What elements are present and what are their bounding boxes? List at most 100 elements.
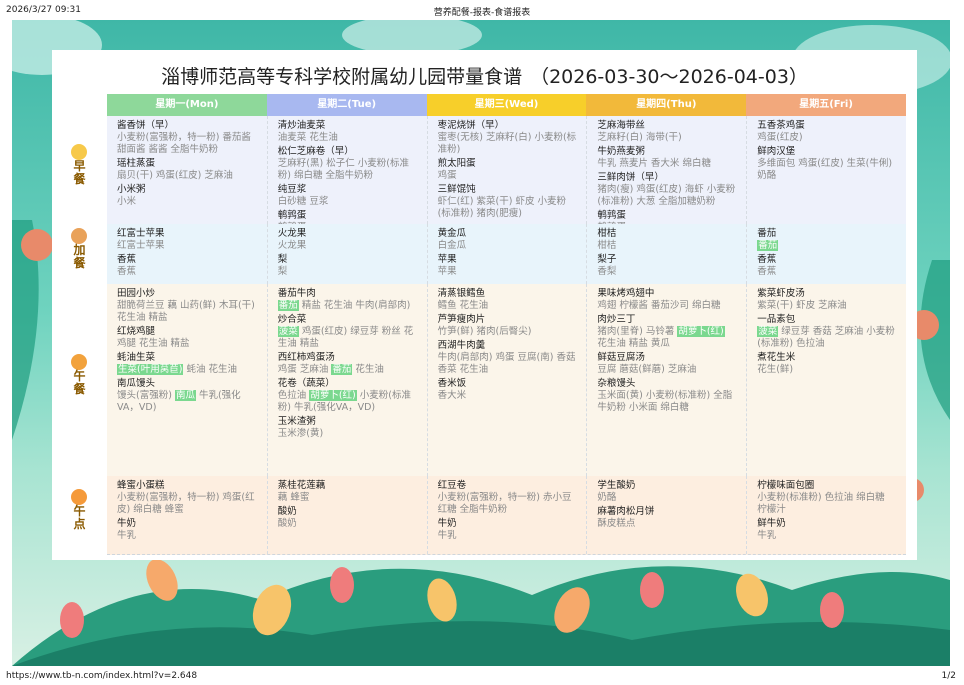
ingredient-text: 牛乳 [117,530,137,541]
menu-cell: 枣泥烧饼（早） 蜜枣(无核) 芝麻籽(白) 小麦粉(标准粉) 煎太阳蛋 鸡蛋 三鲜馄饨虾… [426,116,587,224]
highlighted-ingredient: 番茄 [277,300,299,311]
dish-name: 肉炒三丁 [597,314,636,325]
highlighted-ingredient: 胡萝卜(红) [309,390,357,401]
ingredient-text: 油麦菜 花生油 [277,132,338,143]
day-header: 星期四(Thu) [586,94,747,116]
dish-name: 红豆卷 [437,480,467,491]
dish-name: 花卷（蔬菜） [277,378,335,389]
dish-ingredients: 猪肉(里脊) 马铃薯 胡萝卜(红) 花生油 精盐 黄瓜 [597,326,736,350]
ingredient-text: 花生(鲜) [757,364,794,375]
dish-name: 梨 [277,254,288,265]
dish-name: 学生酸奶 [597,480,636,491]
dish-ingredients: 馒头(富强粉) 南瓜 牛乳(强化VA，VD) [117,390,257,414]
dish-ingredients: 扇贝(干) 鸡蛋(红皮) 芝麻油 [117,170,257,182]
dish-name: 清蒸银鳕鱼 [437,288,486,299]
dish-name: 鲜菇豆腐汤 [597,352,645,363]
dish-ingredients: 酥皮糕点 [597,518,736,530]
menu-cell: 番茄牛肉 番茄 精盐 花生油 牛肉(肩部肉) 炒合菜 菠菜 鸡蛋(红皮) 绿豆芽 粉丝… [266,284,427,476]
dish-name: 酸奶 [277,506,297,517]
bread-icon [71,228,87,244]
dish-name: 果味烤鸡翅中 [597,288,655,299]
ingredient-text: 多维面包 鸡蛋(红皮) 生菜(牛俐) 奶酪 [757,158,893,181]
highlighted-ingredient: 菠菜 [757,326,779,337]
dish-name: 炒合菜 [277,314,307,325]
menu-cell: 红豆卷 小麦粉(富强粉，特一粉) 赤小豆 红糖 全脂牛奶粉 牛奶 牛乳 [426,476,587,554]
dish-name: 香蕉 [117,254,137,265]
dish-name: 黄金瓜 [437,228,467,239]
ingredient-text: 精盐 花生油 牛肉(肩部肉) [298,300,411,311]
menu-cell: 田园小炒 甜脆荷兰豆 藕 山药(鲜) 木耳(干) 花生油 精盐 红烧鸡腿 鸡腿 花生油… [107,284,267,476]
dish-ingredients: 小麦粉(富强粉，特一粉) 番茄酱 甜面酱 酱酱 全脂牛奶粉 [117,132,257,156]
dish-ingredients: 番茄 [757,240,896,252]
ingredient-text: 小麦粉(富强粉，特一粉) 番茄酱 甜面酱 酱酱 全脂牛奶粉 [117,132,251,155]
menu-cell: 火龙果 火龙果梨梨 [266,224,427,284]
ingredient-text: 牛乳 [757,530,777,541]
dish-name: 煎太阳蛋 [437,158,476,169]
dish-name: 枣泥烧饼（早） [437,120,505,131]
dish-ingredients: 鸡蛋(红皮) [757,132,896,144]
bowl-icon [71,354,87,370]
dish-ingredients: 生菜(叶用莴苣) 蚝油 花生油 [117,364,257,376]
dish-ingredients: 小麦粉(标准粉) 色拉油 绵白糖 柠檬汁 [757,492,896,516]
menu-cell: 果味烤鸡翅中 鸡翅 柠檬酱 番茄沙司 绵白糖 肉炒三丁 猪肉(里脊) 马铃薯 胡萝卜(… [586,284,746,476]
dish-ingredients: 香大米 [438,390,577,402]
ingredient-text: 梨 [277,266,288,277]
dish-name: 酱香饼（早） [117,120,175,131]
school-menu-title: 淄博师范高等专科学校附属幼儿园带量食谱 [161,66,523,88]
ingredient-text: 鸡翅 柠檬酱 番茄沙司 绵白糖 [597,300,721,311]
ingredient-text: 馒头(富强粉) [117,390,175,401]
dish-ingredients: 小麦粉(富强粉，特一粉) 鸡蛋(红皮) 绵白糖 蜂蜜 [117,492,257,516]
dish-name: 鹌鹑蛋 [277,210,307,221]
menu-cell: 蒸桂花莲藕藕 蜂蜜 酸奶 酸奶 [266,476,427,554]
dish-ingredients: 火龙果 [278,240,417,252]
dish-name: 番茄 [757,228,777,239]
browser-header: 2026/3/27 09:31 营养配餐-报表-食谱报表 [0,0,964,20]
highlighted-ingredient: 番茄 [331,364,353,375]
ingredient-text: 香梨 [597,266,617,277]
dish-name: 小米粥 [117,184,146,195]
dish-name: 番茄牛肉 [277,288,316,299]
menu-cell: 紫菜虾皮汤 紫菜(干) 虾皮 芝麻油 一品素包 菠菜 绿豆芽 香菇 芝麻油 小麦粉(标… [746,284,906,476]
ingredient-text: 小米 [117,196,137,207]
menu-title: 淄博师范高等专科学校附属幼儿园带量食谱 （2026-03-30～2026-04-0… [52,62,917,89]
menu-cell: 酱香饼（早） 小麦粉(富强粉，特一粉) 番茄酱 甜面酱 酱酱 全脂牛奶粉 瑶柱蒸蛋扇… [107,116,267,224]
dish-name: 西红柿鸡蛋汤 [277,352,335,363]
dish-name: 麻薯肉松月饼 [597,506,655,517]
dish-name: 柑桔 [597,228,617,239]
ingredient-text: 白砂糖 豆浆 [277,196,329,207]
day-header: 星期二(Tue) [266,94,427,116]
ingredient-text: 牛乳 燕麦片 香大米 绵白糖 [597,158,711,169]
menu-cell: 番茄 番茄 香蕉 香蕉 [746,224,906,284]
dish-name: 鲜肉汉堡 [757,146,796,157]
dish-ingredients: 香梨 [597,266,736,278]
meal-label: 午餐 [52,284,107,476]
dish-name: 蒸桂花莲藕 [277,480,326,491]
dish-ingredients: 花生(鲜) [757,364,896,376]
dish-name: 南瓜馒头 [117,378,156,389]
dish-name: 红烧鸡腿 [117,326,156,337]
dish-ingredients: 番茄 精盐 花生油 牛肉(肩部肉) [277,300,417,312]
browser-footer: https://www.tb-n.com/index.html?v=2.648 … [0,668,964,685]
dish-name: 梨子 [597,254,617,265]
dish-name: 一品素包 [757,314,796,325]
highlighted-ingredient: 菠菜 [277,326,299,337]
ingredient-text: 小麦粉(富强粉，特一粉) 赤小豆 红糖 全脂牛奶粉 [437,492,572,515]
dish-ingredients: 牛肉(肩部肉) 鸡蛋 豆腐(南) 香菇 香菜 花生油 [438,352,577,376]
ingredient-text: 花生油 精盐 黄瓜 [597,338,670,349]
menu-cell: 清蒸银鳕鱼 鳕鱼 花生油 芦笋瘦肉片 竹笋(鲜) 猪肉(后臀尖) 西湖牛肉羹 牛肉(肩部肉… [426,284,587,476]
highlighted-ingredient: 南瓜 [174,390,196,401]
meal-name: 午餐 [73,369,86,396]
menu-card: 淄博师范高等专科学校附属幼儿园带量食谱 （2026-03-30～2026-04-0… [52,50,917,560]
ingredient-text: 柑桔 [597,240,617,251]
dish-name: 芦笋瘦肉片 [437,314,486,325]
ingredient-text: 牛肉(肩部肉) 鸡蛋 豆腐(南) 香菇 香菜 花生油 [437,352,576,375]
day-header: 星期一(Mon) [107,94,267,116]
menu-cell: 学生酸奶 奶酪 麻薯肉松月饼 酥皮糕点 [586,476,746,554]
dish-ingredients: 牛乳 [438,530,577,542]
menu-cell: 清炒油麦菜 油麦菜 花生油 松仁芝麻卷（早） 芝麻籽(黑) 松子仁 小麦粉(标准粉) … [266,116,427,224]
dish-ingredients: 紫菜(干) 虾皮 芝麻油 [757,300,896,312]
ingredient-text: 鸡蛋(红皮) 绿豆芽 粉丝 花生油 精盐 [277,326,414,349]
page-title: 营养配餐-报表-食谱报表 [433,8,531,18]
dish-ingredients: 鳕鱼 花生油 [438,300,577,312]
dish-ingredients: 芝麻籽(白) 海带(干) [597,132,736,144]
